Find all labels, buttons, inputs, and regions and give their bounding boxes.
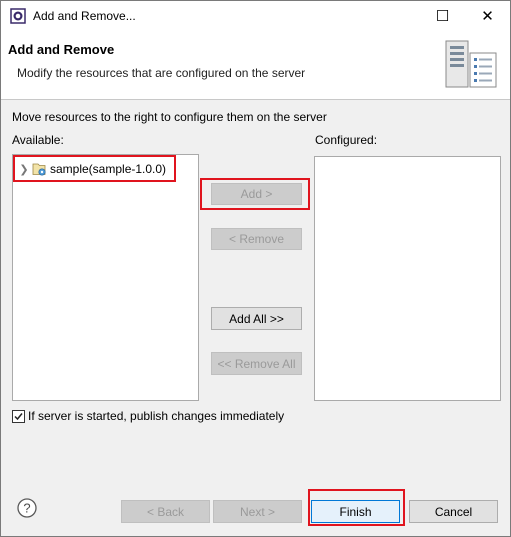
configured-label: Configured:	[315, 133, 378, 147]
available-label: Available:	[12, 133, 64, 147]
help-icon[interactable]: ?	[17, 498, 37, 518]
banner-title: Add and Remove	[8, 42, 115, 57]
add-button-highlight-box	[200, 178, 310, 210]
add-remove-dialog: Add and Remove... ☐ ✕ Add and Remove Mod…	[0, 0, 511, 537]
remove-all-button[interactable]: << Remove All	[211, 352, 302, 375]
remove-button[interactable]: < Remove	[211, 228, 302, 250]
header-banner: Add and Remove Modify the resources that…	[1, 31, 510, 100]
available-list[interactable]: ❯ sample(sample-1.0.0)	[12, 154, 199, 401]
item-highlight-box	[13, 155, 176, 182]
publish-option[interactable]: If server is started, publish changes im…	[12, 409, 284, 423]
svg-text:?: ?	[23, 501, 30, 516]
back-button[interactable]: < Back	[121, 500, 210, 523]
publish-checkbox-label: If server is started, publish changes im…	[28, 409, 285, 423]
cancel-button[interactable]: Cancel	[409, 500, 498, 523]
next-button[interactable]: Next >	[213, 500, 302, 523]
checkmark-icon	[14, 412, 23, 420]
window-title: Add and Remove...	[33, 9, 136, 23]
title-bar[interactable]: Add and Remove... ☐ ✕	[1, 1, 510, 31]
server-icon	[445, 40, 497, 88]
instruction-text: Move resources to the right to configure…	[12, 110, 327, 124]
finish-button-highlight-box	[308, 489, 405, 526]
close-button[interactable]: ✕	[465, 1, 510, 31]
eclipse-app-icon	[10, 8, 26, 24]
publish-checkbox[interactable]	[12, 409, 25, 423]
configured-list[interactable]	[314, 156, 501, 401]
maximize-button[interactable]: ☐	[420, 1, 465, 31]
banner-description: Modify the resources that are configured…	[17, 66, 306, 80]
add-all-button[interactable]: Add All >>	[211, 307, 302, 330]
